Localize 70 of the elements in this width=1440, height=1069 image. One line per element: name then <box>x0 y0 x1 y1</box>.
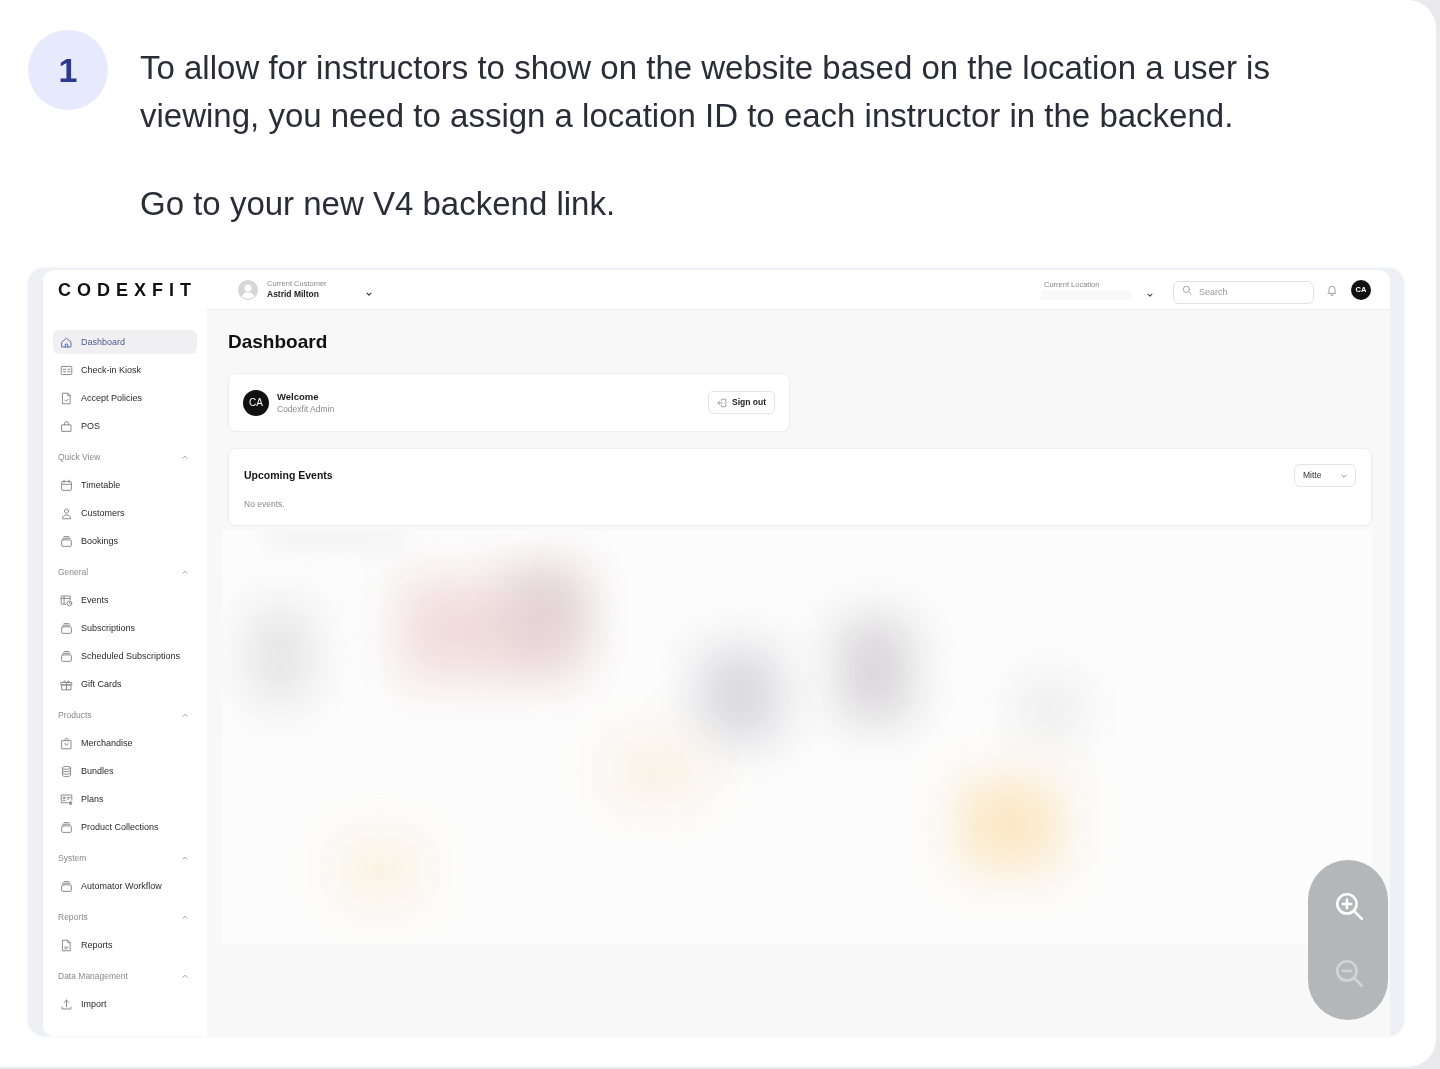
section-header[interactable]: Quick View <box>53 445 197 469</box>
tray-icon <box>60 534 73 548</box>
logo: CODEXFIT <box>58 281 197 299</box>
instruction-text: To allow for instructors to show on the website based on the location a user is viewing, you need to assign a location ID to each instructor in the backend. <box>140 48 1271 136</box>
instruction-text: Go to your new V4 backend link. <box>140 184 617 224</box>
sidebar-item[interactable]: Customers <box>53 501 197 525</box>
calendar-clock-icon <box>60 593 73 607</box>
tray-icon <box>60 820 73 834</box>
home-icon <box>60 335 73 349</box>
chevron-up-icon <box>181 972 189 980</box>
sidebar-item[interactable]: Plans <box>53 787 197 811</box>
database-icon <box>60 764 73 778</box>
tray-icon <box>60 879 73 893</box>
user-role-text: Codexfit Admin <box>277 403 335 415</box>
page-title: Dashboard <box>228 330 329 354</box>
sign-out-icon <box>717 397 727 408</box>
document-icon <box>60 938 73 952</box>
sidebar-item[interactable]: Timetable <box>53 473 197 497</box>
sidebar-item[interactable]: Events <box>53 588 197 612</box>
sidebar-item[interactable]: Check-in Kiosk <box>53 358 197 382</box>
section-header[interactable]: General <box>53 560 197 584</box>
zoom-in-button[interactable] <box>1333 890 1363 920</box>
document-check-icon <box>60 391 73 405</box>
calendar-icon <box>60 478 73 492</box>
sidebar-item[interactable]: Bundles <box>53 759 197 783</box>
user-avatar: CA <box>243 389 269 416</box>
location-select[interactable]: Mitte <box>1294 464 1356 487</box>
sidebar-item[interactable]: Reports <box>53 933 197 957</box>
chevron-up-icon <box>181 453 189 461</box>
search-icon <box>1182 284 1192 295</box>
sidebar-item[interactable]: POS <box>53 414 197 438</box>
customer-select[interactable]: Astrid Milton <box>267 288 373 300</box>
avatar-silhouette-icon <box>238 279 258 300</box>
section-header[interactable]: Data Management <box>53 964 197 988</box>
sidebar-item[interactable]: Gift Cards <box>53 672 197 696</box>
tray-icon <box>60 621 73 635</box>
sidebar-item[interactable]: Dashboard <box>53 330 197 354</box>
step-number-badge: 1 <box>28 30 108 110</box>
welcome-title: Welcome <box>277 390 320 403</box>
bag-icon <box>60 736 73 750</box>
sidebar-item[interactable]: Automator Workflow <box>53 874 197 898</box>
upload-icon <box>60 997 73 1011</box>
chevron-up-icon <box>181 913 189 921</box>
chevron-up-icon <box>181 854 189 862</box>
zoom-out-icon <box>1333 957 1363 987</box>
sign-out-button[interactable]: Sign out <box>708 391 775 414</box>
sidebar-item[interactable]: Accept Policies <box>53 386 197 410</box>
tray-icon <box>60 649 73 663</box>
gift-icon <box>60 677 73 691</box>
sidebar-item[interactable]: Import <box>53 992 197 1016</box>
person-icon <box>60 506 73 520</box>
empty-state-text: No events. <box>244 498 285 510</box>
card-star-icon <box>60 792 73 806</box>
shopping-bag-icon <box>60 419 73 433</box>
sidebar-item[interactable]: Subscriptions <box>53 616 197 640</box>
card-title: Upcoming Events <box>244 467 333 483</box>
zoom-in-icon <box>1333 890 1363 920</box>
chevron-down-icon <box>365 290 373 298</box>
sidebar-item[interactable]: Bookings <box>53 529 197 553</box>
section-header[interactable]: Reports <box>53 905 197 929</box>
chevron-up-icon <box>181 568 189 576</box>
sidebar-item[interactable]: Scheduled Subscriptions <box>53 644 197 668</box>
section-header[interactable]: Products <box>53 703 197 727</box>
chevron-up-icon <box>181 711 189 719</box>
sidebar-item[interactable]: Product Collections <box>53 815 197 839</box>
search-field[interactable]: Search <box>1173 280 1314 304</box>
bell-icon[interactable] <box>1326 283 1338 296</box>
id-card-icon <box>60 363 73 377</box>
section-header[interactable]: System <box>53 846 197 870</box>
sidebar-item[interactable]: Merchandise <box>53 731 197 755</box>
